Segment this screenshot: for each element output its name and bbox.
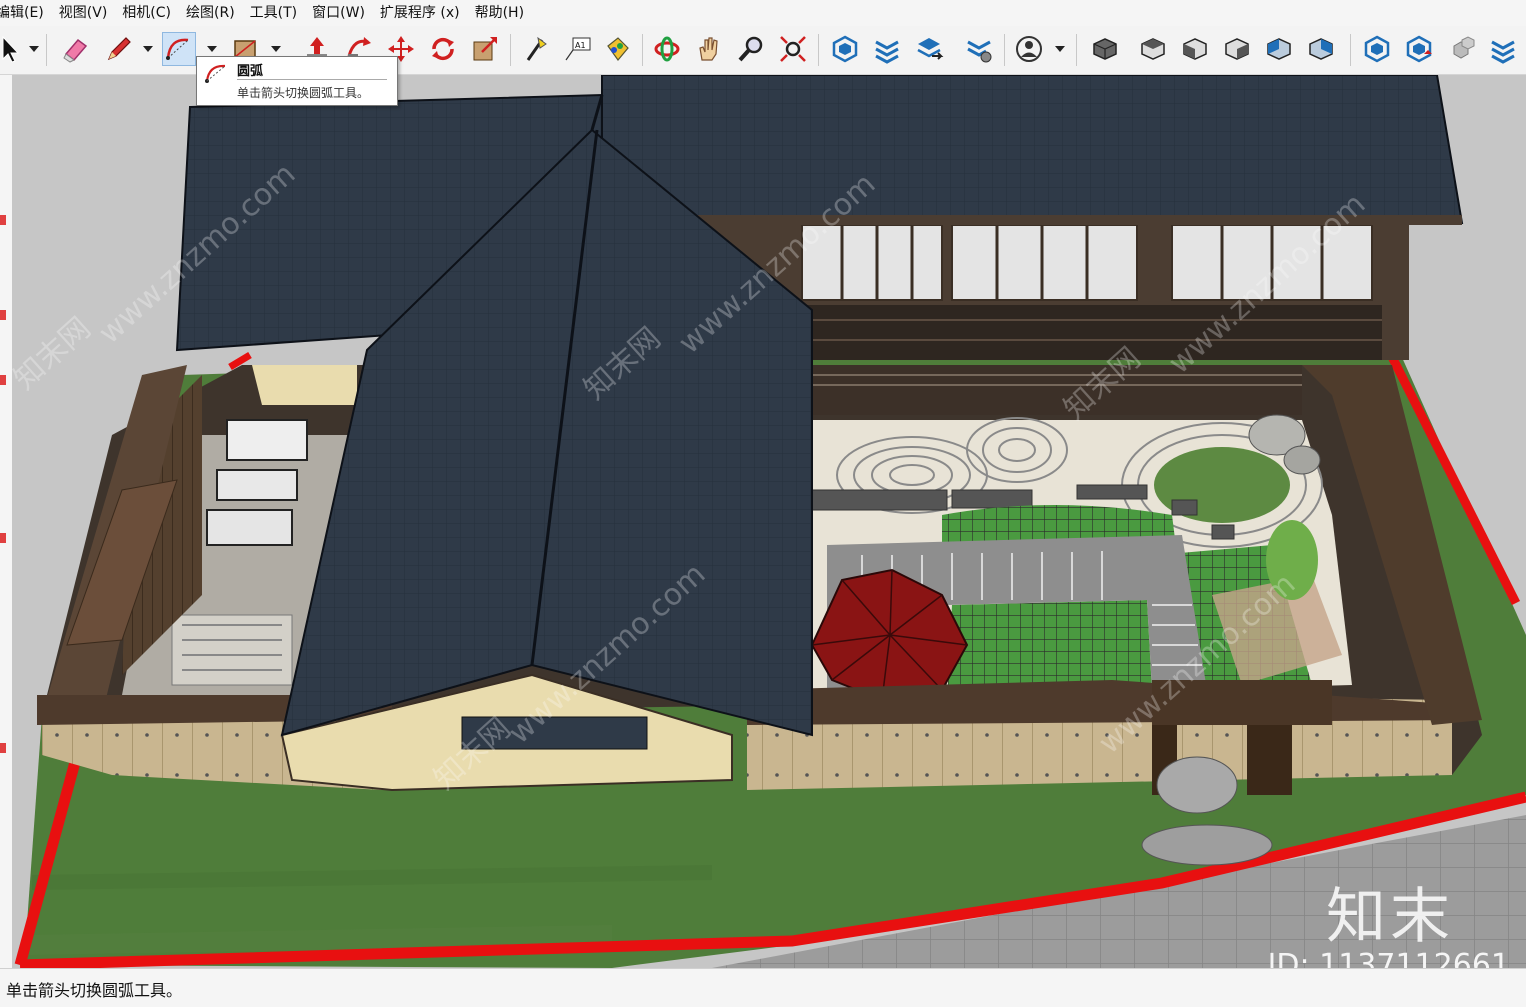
warehouse-share-icon bbox=[1406, 35, 1432, 63]
arc-icon bbox=[166, 38, 189, 60]
toolbar-divider bbox=[1004, 34, 1005, 66]
select-tool-button[interactable] bbox=[0, 32, 28, 66]
strip-marker bbox=[0, 743, 6, 753]
menu-draw[interactable]: 绘图(R) bbox=[179, 0, 243, 26]
scale-icon bbox=[473, 37, 497, 61]
account-button[interactable] bbox=[1012, 32, 1046, 66]
extension-manager-tool-button[interactable] bbox=[962, 32, 996, 66]
toolbar-divider bbox=[46, 34, 47, 66]
back-cube-icon bbox=[1267, 38, 1291, 60]
extension-warehouse-2-button[interactable] bbox=[1486, 32, 1520, 66]
rotate-tool-button[interactable] bbox=[426, 32, 460, 66]
rotate-icon bbox=[432, 37, 454, 61]
watermark-logo: 知末 bbox=[1326, 882, 1454, 952]
status-text: 单击箭头切换圆弧工具。 bbox=[6, 981, 183, 1000]
top-view-button[interactable] bbox=[1136, 32, 1170, 66]
line-dropdown-arrow[interactable] bbox=[142, 32, 154, 66]
front-cube-icon bbox=[1183, 38, 1207, 60]
components-button[interactable] bbox=[1444, 32, 1478, 66]
magnifier-icon bbox=[738, 36, 763, 62]
right-cube-icon bbox=[1225, 38, 1249, 60]
menu-bar: 编辑(E) 视图(V) 相机(C) 绘图(R) 工具(T) 窗口(W) 扩展程序… bbox=[0, 0, 1526, 27]
scene-render bbox=[12, 75, 1526, 968]
chevron-down-icon bbox=[1055, 46, 1065, 52]
front-view-button[interactable] bbox=[1178, 32, 1212, 66]
components-icon bbox=[1453, 36, 1475, 59]
toolbar-divider bbox=[642, 34, 643, 66]
status-bar: 单击箭头切换圆弧工具。 bbox=[0, 968, 1526, 1007]
left-view-button[interactable] bbox=[1304, 32, 1338, 66]
menu-help[interactable]: 帮助(H) bbox=[468, 0, 532, 26]
pencil-icon bbox=[107, 37, 131, 61]
layers-send-icon bbox=[917, 38, 944, 60]
menu-extensions[interactable]: 扩展程序 (x) bbox=[373, 0, 468, 26]
user-icon bbox=[1016, 36, 1042, 62]
layout-tool-button[interactable] bbox=[912, 32, 946, 66]
zoom-tool-button[interactable] bbox=[734, 32, 768, 66]
strip-marker bbox=[0, 215, 6, 225]
warehouse-icon bbox=[832, 35, 858, 63]
tooltip-description: 单击箭头切换圆弧工具。 bbox=[237, 86, 370, 100]
warehouse-3d-button[interactable] bbox=[1360, 32, 1394, 66]
top-cube-icon bbox=[1141, 38, 1165, 60]
eraser-icon bbox=[63, 38, 88, 63]
chevron-down-icon bbox=[29, 46, 39, 52]
arrow-cursor-icon bbox=[2, 35, 20, 63]
strip-marker bbox=[0, 533, 6, 543]
iso-cube-icon bbox=[1093, 38, 1117, 60]
tape-measure-tool-button[interactable] bbox=[518, 32, 552, 66]
orbit-icon bbox=[654, 36, 680, 62]
account-dropdown-arrow[interactable] bbox=[1054, 32, 1066, 66]
tooltip-title: 圆弧 bbox=[237, 64, 264, 79]
left-cube-icon bbox=[1309, 38, 1333, 60]
zoom-extents-tool-button[interactable] bbox=[776, 32, 810, 66]
svg-text:A1: A1 bbox=[575, 41, 586, 50]
zoom-extents-icon bbox=[780, 36, 806, 62]
toolbar-divider bbox=[1076, 34, 1077, 66]
arc-tool-button[interactable] bbox=[162, 32, 196, 66]
iso-view-button[interactable] bbox=[1088, 32, 1122, 66]
extension-gear-icon bbox=[967, 40, 992, 63]
menu-camera[interactable]: 相机(C) bbox=[115, 0, 179, 26]
tape-measure-icon bbox=[526, 36, 547, 61]
line-tool-button[interactable] bbox=[102, 32, 136, 66]
extension-icon bbox=[875, 40, 899, 64]
text-icon: A1 bbox=[565, 37, 591, 61]
scale-tool-button[interactable] bbox=[468, 32, 502, 66]
text-tool-button[interactable]: A1 bbox=[560, 32, 594, 66]
menu-edit[interactable]: 编辑(E) bbox=[0, 0, 52, 26]
toolbar-divider bbox=[510, 34, 511, 66]
arc-icon bbox=[205, 64, 226, 83]
menu-window[interactable]: 窗口(W) bbox=[305, 0, 373, 26]
toolbar-divider bbox=[818, 34, 819, 66]
toolbar-divider bbox=[1350, 34, 1351, 66]
eraser-tool-button[interactable] bbox=[58, 32, 92, 66]
warehouse-icon bbox=[1364, 35, 1390, 63]
arc-tooltip: 圆弧 单击箭头切换圆弧工具。 bbox=[196, 56, 398, 106]
extension-warehouse-tool-button[interactable] bbox=[870, 32, 904, 66]
strip-marker bbox=[0, 375, 6, 385]
menu-tools[interactable]: 工具(T) bbox=[243, 0, 305, 26]
menu-view[interactable]: 视图(V) bbox=[52, 0, 116, 26]
chevron-down-icon bbox=[271, 46, 281, 52]
extension-icon bbox=[1491, 40, 1515, 64]
paint-bucket-icon bbox=[607, 37, 629, 61]
chevron-down-icon bbox=[207, 46, 217, 52]
paint-bucket-tool-button[interactable] bbox=[600, 32, 634, 66]
warehouse-share-button[interactable] bbox=[1402, 32, 1436, 66]
select-dropdown-arrow[interactable] bbox=[28, 32, 40, 66]
back-view-button[interactable] bbox=[1262, 32, 1296, 66]
model-viewport[interactable]: 知末网 www.znzmo.com 知末网 www.znzmo.com 知末网 … bbox=[12, 75, 1526, 968]
orbit-tool-button[interactable] bbox=[650, 32, 684, 66]
tooltip-divider bbox=[237, 79, 387, 80]
strip-marker bbox=[0, 310, 6, 320]
hand-icon bbox=[699, 37, 718, 61]
warehouse-tool-button[interactable] bbox=[828, 32, 862, 66]
right-view-button[interactable] bbox=[1220, 32, 1254, 66]
chevron-down-icon bbox=[143, 46, 153, 52]
pan-tool-button[interactable] bbox=[692, 32, 726, 66]
